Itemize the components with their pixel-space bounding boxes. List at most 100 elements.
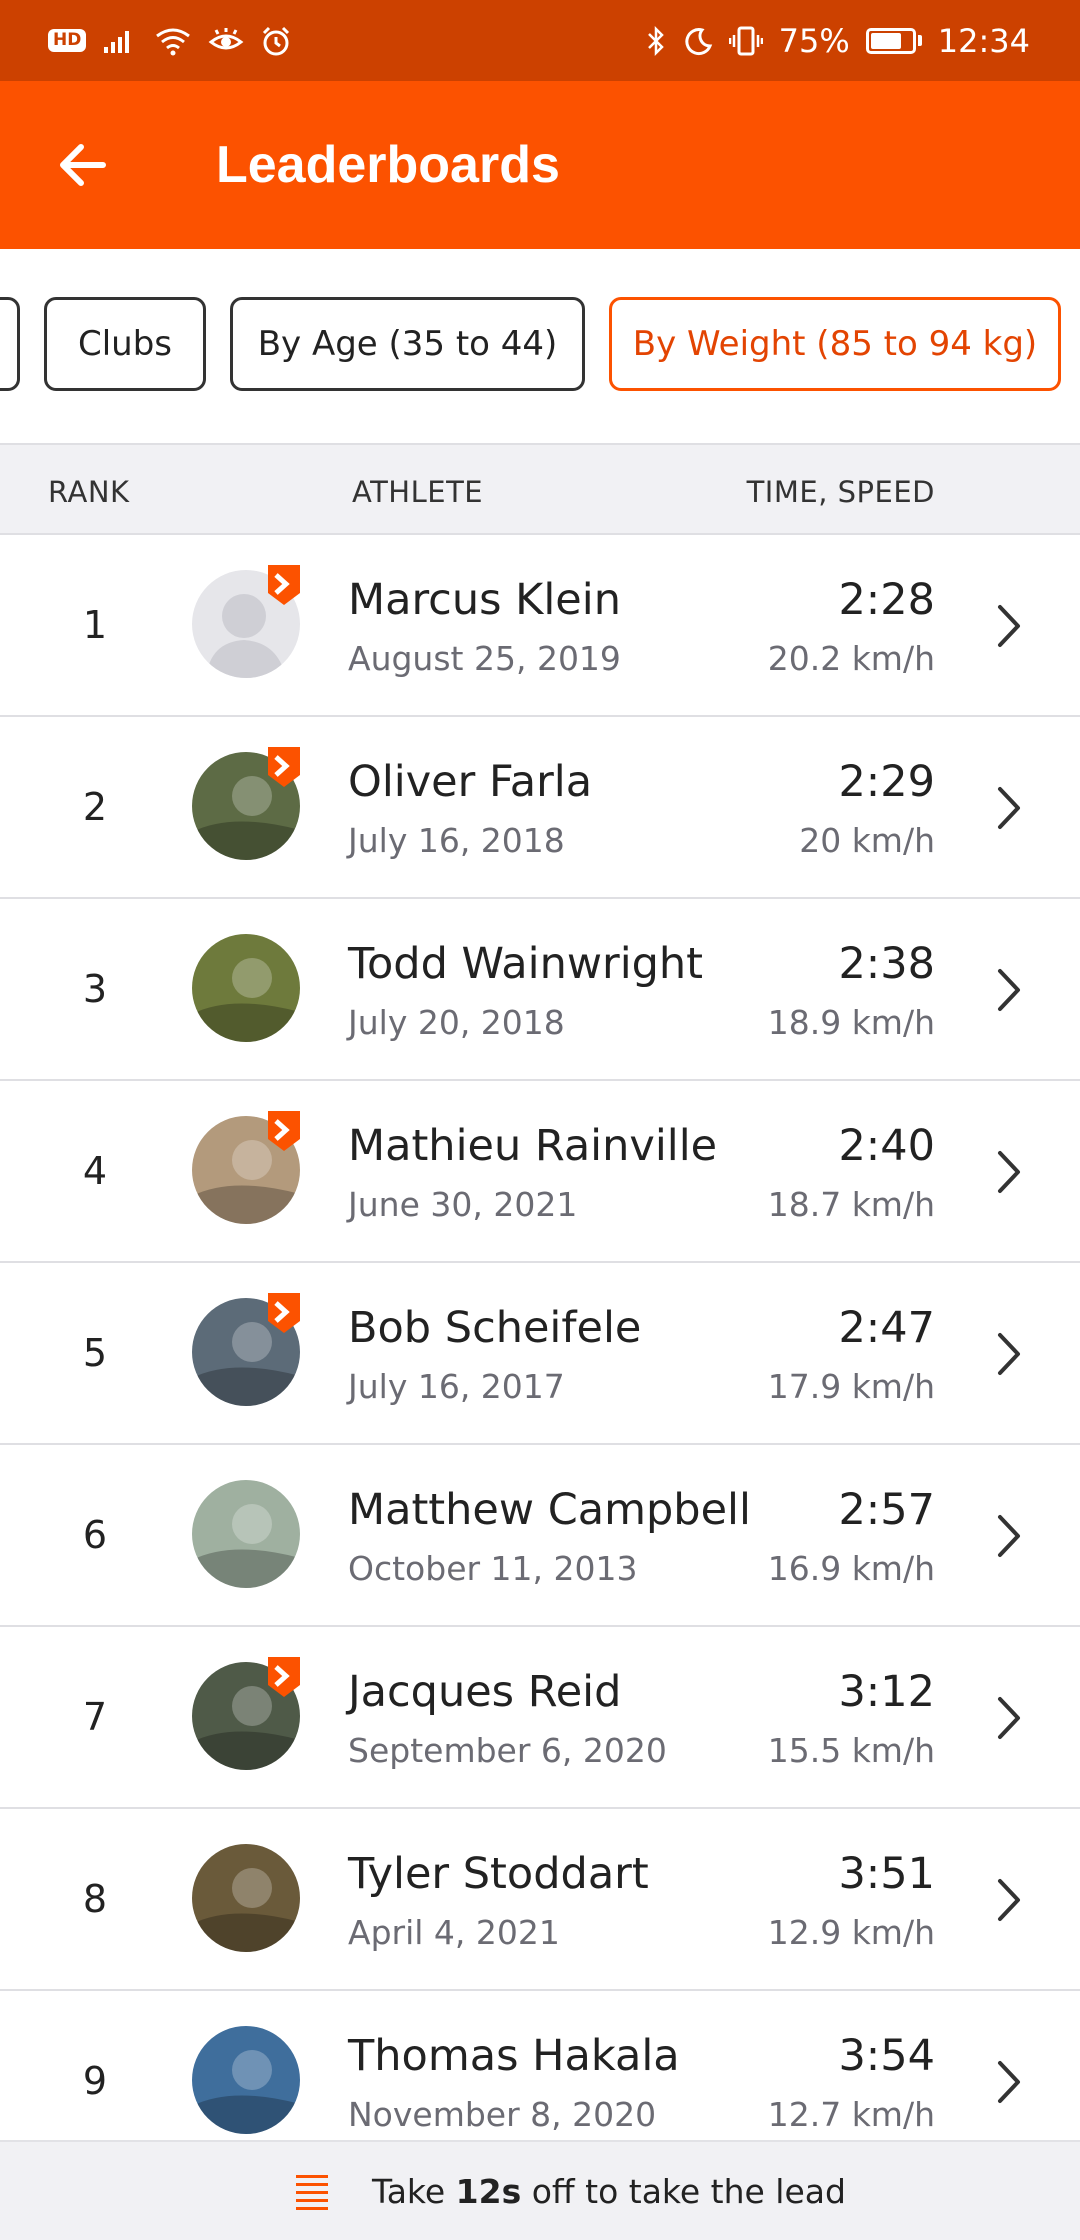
moon-icon <box>683 26 713 56</box>
effort-date: July 20, 2018 <box>348 1003 565 1042</box>
leaderboard-row[interactable]: 6 Matthew Campbell October 11, 2013 2:57 16.… <box>0 1445 1080 1627</box>
effort-time: 3:51 <box>838 1849 935 1899</box>
effort-date: June 30, 2021 <box>348 1185 578 1224</box>
wifi-icon <box>154 26 192 56</box>
chevron-right-icon <box>998 1151 1020 1193</box>
effort-speed: 16.9 km/h <box>767 1549 935 1588</box>
rank: 6 <box>82 1513 108 1557</box>
effort-date: August 25, 2019 <box>348 639 621 678</box>
chevron-right-icon <box>998 1515 1020 1557</box>
bottom-bar[interactable]: Take 12s off to take the lead <box>0 2140 1080 2240</box>
leaderboard-row[interactable]: 5 Bob Scheifele July 16, 2017 2:47 17.9 km/h <box>0 1263 1080 1445</box>
page-title: Leaderboards <box>216 136 560 194</box>
header-time-speed: TIME, SPEED <box>746 475 935 509</box>
arrow-left-icon <box>60 144 106 186</box>
effort-time: 2:47 <box>838 1303 935 1353</box>
status-left: HD <box>48 25 292 57</box>
effort-time: 2:28 <box>838 575 935 625</box>
athlete-name: Oliver Farla <box>348 757 593 807</box>
chevron-right-icon <box>998 1333 1020 1375</box>
effort-time: 2:29 <box>838 757 935 807</box>
lead-hint-suffix: off to take the lead <box>521 2171 846 2211</box>
filter-chip-bar[interactable]: Clubs By Age (35 to 44) By Weight (85 to… <box>0 249 1080 443</box>
signal-icon <box>102 27 138 55</box>
athlete-name: Matthew Campbell <box>348 1485 751 1535</box>
effort-date: July 16, 2018 <box>348 821 565 860</box>
effort-time: 3:12 <box>838 1667 935 1717</box>
leaderboard-row[interactable]: 7 Jacques Reid September 6, 2020 3:12 15.5 k… <box>0 1627 1080 1809</box>
chevron-right-icon <box>998 969 1020 1011</box>
effort-speed: 12.7 km/h <box>767 2095 935 2134</box>
status-right: 75% 12:34 <box>645 22 1030 60</box>
chevron-right-icon <box>998 1879 1020 1921</box>
avatar <box>192 2026 300 2134</box>
effort-date: October 11, 2013 <box>348 1549 638 1588</box>
effort-time: 2:40 <box>838 1121 935 1171</box>
avatar <box>192 1480 300 1588</box>
filter-chip-clubs[interactable]: Clubs <box>44 297 206 391</box>
leaderboard-row[interactable]: 4 Mathieu Rainville June 30, 2021 2:40 18.7 … <box>0 1081 1080 1263</box>
subscriber-badge-icon <box>268 1111 300 1151</box>
chevron-right-icon <box>998 605 1020 647</box>
effort-speed: 18.9 km/h <box>767 1003 935 1042</box>
athlete-name: Todd Wainwright <box>348 939 704 989</box>
effort-speed: 20.2 km/h <box>767 639 935 678</box>
bluetooth-icon <box>645 25 667 57</box>
leaderboard-row[interactable]: 3 Todd Wainwright July 20, 2018 2:38 18.9 km… <box>0 899 1080 1081</box>
subscriber-badge-icon <box>268 1657 300 1697</box>
table-header: RANK ATHLETE TIME, SPEED <box>0 443 1080 535</box>
avatar <box>192 934 300 1042</box>
rank: 4 <box>82 1149 108 1193</box>
battery-icon <box>865 27 922 54</box>
athlete-name: Jacques Reid <box>348 1667 622 1717</box>
leaderboard-row[interactable]: 1 Marcus Klein August 25, 2019 2:28 20.2 km/… <box>0 535 1080 717</box>
effort-date: November 8, 2020 <box>348 2095 657 2134</box>
avatar <box>192 1844 300 1952</box>
effort-time: 3:54 <box>838 2031 935 2081</box>
filter-chip-age[interactable]: By Age (35 to 44) <box>230 297 585 391</box>
rank: 3 <box>82 967 108 1011</box>
app-bar: Leaderboards <box>0 81 1080 249</box>
athlete-name: Bob Scheifele <box>348 1303 642 1353</box>
chevron-right-icon <box>998 1697 1020 1739</box>
athlete-name: Mathieu Rainville <box>348 1121 718 1171</box>
effort-speed: 17.9 km/h <box>767 1367 935 1406</box>
back-button[interactable] <box>28 81 138 249</box>
subscriber-badge-icon <box>268 747 300 787</box>
effort-time: 2:38 <box>838 939 935 989</box>
leaderboard-list: 1 Marcus Klein August 25, 2019 2:28 20.2 km/… <box>0 535 1080 2173</box>
alarm-icon <box>260 25 292 57</box>
header-rank: RANK <box>48 475 130 509</box>
eye-comfort-icon <box>208 26 244 56</box>
effort-date: September 6, 2020 <box>348 1731 667 1770</box>
effort-speed: 15.5 km/h <box>767 1731 935 1770</box>
leaderboard-row[interactable]: 2 Oliver Farla July 16, 2018 2:29 20 km/h <box>0 717 1080 899</box>
athlete-name: Tyler Stoddart <box>348 1849 649 1899</box>
rank: 5 <box>82 1331 108 1375</box>
effort-date: April 4, 2021 <box>348 1913 560 1952</box>
lead-hint: Take 12s off to take the lead <box>372 2172 846 2211</box>
rank: 7 <box>82 1695 108 1739</box>
subscriber-badge-icon <box>268 565 300 605</box>
lead-hint-prefix: Take <box>372 2171 456 2211</box>
filter-chip-partial[interactable] <box>0 297 20 391</box>
vibrate-icon <box>728 25 763 57</box>
clock: 12:34 <box>937 21 1030 60</box>
leaderboard-row[interactable]: 8 Tyler Stoddart April 4, 2021 3:51 12.9 km/… <box>0 1809 1080 1991</box>
effort-speed: 20 km/h <box>799 821 935 860</box>
battery-level-fill <box>870 32 901 49</box>
effort-time: 2:57 <box>838 1485 935 1535</box>
filter-chip-weight[interactable]: By Weight (85 to 94 kg) <box>609 297 1061 391</box>
hd-badge: HD <box>48 29 87 52</box>
chevron-right-icon <box>998 787 1020 829</box>
rank: 2 <box>82 785 108 829</box>
subscriber-badge-icon <box>268 1293 300 1333</box>
athlete-name: Marcus Klein <box>348 575 621 625</box>
athlete-name: Thomas Hakala <box>348 2031 680 2081</box>
lead-hint-gap: 12s <box>455 2171 522 2211</box>
battery-percent: 75% <box>778 21 850 60</box>
header-athlete: ATHLETE <box>352 475 484 509</box>
chevron-right-icon <box>998 2061 1020 2103</box>
rank: 1 <box>82 603 108 647</box>
rank: 8 <box>82 1877 108 1921</box>
